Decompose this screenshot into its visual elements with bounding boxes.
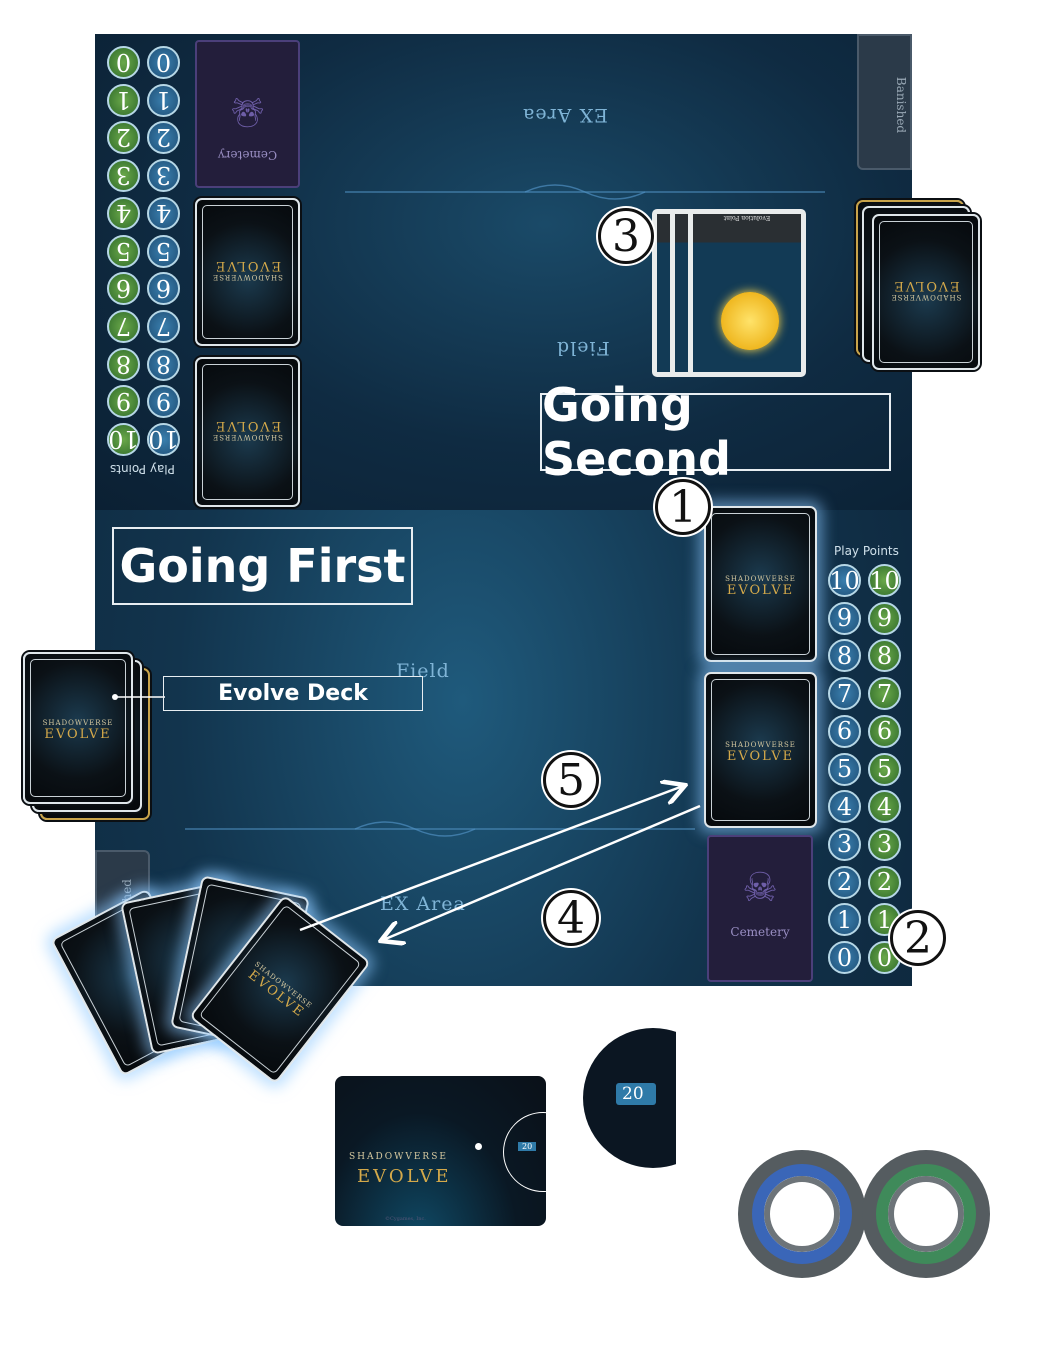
counter-window	[503, 1112, 546, 1192]
blue-token[interactable]	[738, 1150, 866, 1278]
copyright: ©Cygames, Inc.	[385, 1216, 426, 1222]
callout-5: 5	[543, 752, 599, 808]
arrow-5	[299, 786, 683, 932]
pivot-dot	[475, 1143, 482, 1150]
logo-text: SHADOWVERSE	[349, 1152, 448, 1162]
life-counter-preview: 20	[518, 1142, 537, 1151]
life-counter-mat: SHADOWVERSE EVOLVE 20 ©Cygames, Inc.	[335, 1076, 546, 1226]
green-token[interactable]	[862, 1150, 990, 1278]
callout-4: 4	[543, 890, 599, 946]
life-value: 20	[616, 1083, 656, 1105]
arrow-4	[383, 804, 701, 940]
logo-text: EVOLVE	[357, 1166, 452, 1187]
